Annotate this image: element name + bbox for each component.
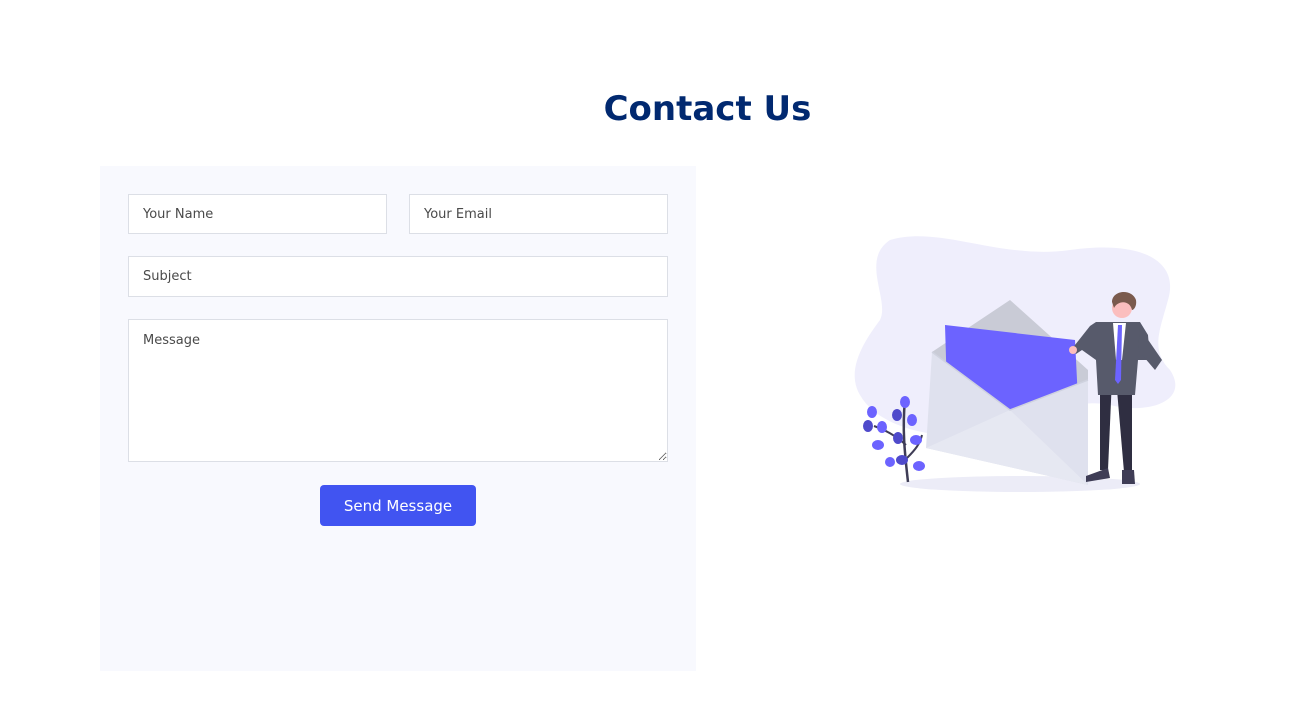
- message-textarea[interactable]: [128, 319, 668, 462]
- name-input[interactable]: [128, 194, 387, 234]
- email-input[interactable]: [409, 194, 668, 234]
- mail-envelope-illustration-icon: [854, 236, 1176, 492]
- page-title: Contact Us: [603, 89, 812, 129]
- subject-input[interactable]: [128, 256, 668, 297]
- send-message-button[interactable]: Send Message: [320, 485, 476, 526]
- contact-page: Contact Us Send Message: [0, 0, 1313, 718]
